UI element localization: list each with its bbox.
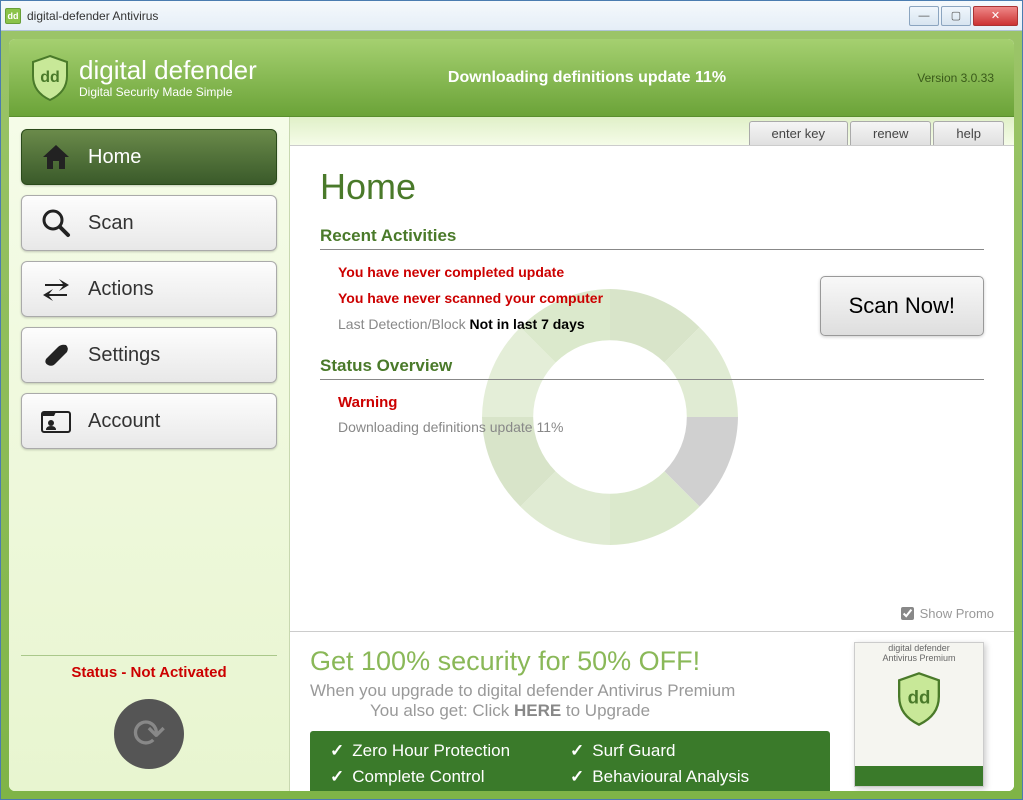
titlebar: dd digital-defender Antivirus — ▢ ✕ bbox=[1, 1, 1022, 31]
nav-label: Home bbox=[88, 146, 141, 169]
home-icon bbox=[40, 141, 72, 173]
page-title: Home bbox=[320, 166, 984, 208]
promo-feature: ✓Zero Hour Protection bbox=[330, 741, 510, 761]
arrows-icon bbox=[40, 273, 72, 305]
show-promo-toggle[interactable]: Show Promo bbox=[901, 606, 994, 621]
logo-text: digital defender Digital Security Made S… bbox=[79, 57, 257, 99]
nav-label: Scan bbox=[88, 212, 134, 235]
main-panel: enter key renew help Home Recent Activit… bbox=[289, 117, 1014, 791]
nav-label: Settings bbox=[88, 344, 160, 367]
promo-feature: ✓Behavioural Analysis bbox=[570, 767, 749, 787]
show-promo-label: Show Promo bbox=[920, 606, 994, 621]
nav-label: Actions bbox=[88, 278, 154, 301]
shield-icon: dd bbox=[29, 54, 71, 102]
minimize-button[interactable]: — bbox=[909, 6, 939, 26]
app-body: dd digital defender Digital Security Mad… bbox=[1, 31, 1022, 799]
scan-now-button[interactable]: Scan Now! bbox=[820, 276, 984, 336]
sidebar: Home Scan Actions Settings bbox=[9, 117, 289, 791]
logo-subtitle: Digital Security Made Simple bbox=[79, 85, 257, 99]
tab-renew[interactable]: renew bbox=[850, 121, 931, 145]
check-icon: ✓ bbox=[570, 741, 584, 761]
status-message: Downloading definitions update 11% bbox=[338, 419, 984, 435]
promo-box-image: digital defender Antivirus Premium dd bbox=[854, 642, 984, 787]
account-icon bbox=[40, 405, 72, 437]
main-content: Home Recent Activities You have never co… bbox=[290, 146, 1014, 631]
logo: dd digital defender Digital Security Mad… bbox=[29, 54, 257, 102]
check-icon: ✓ bbox=[570, 767, 584, 787]
tab-help[interactable]: help bbox=[933, 121, 1004, 145]
promo-banner: Get 100% security for 50% OFF! When you … bbox=[290, 631, 1014, 791]
version-label: Version 3.0.33 bbox=[917, 71, 994, 85]
nav-account[interactable]: Account bbox=[21, 393, 277, 449]
promo-here-link[interactable]: HERE bbox=[514, 701, 561, 720]
svg-text:dd: dd bbox=[40, 69, 60, 86]
magnifier-icon bbox=[40, 207, 72, 239]
update-icon[interactable]: ⟳ bbox=[114, 699, 184, 769]
detect-value: Not in last 7 days bbox=[470, 316, 585, 332]
logo-title: digital defender bbox=[79, 57, 257, 83]
status-warning: Warning bbox=[338, 394, 984, 411]
recent-activities-title: Recent Activities bbox=[320, 226, 984, 250]
nav-label: Account bbox=[88, 410, 160, 433]
window-controls: — ▢ ✕ bbox=[907, 6, 1018, 26]
titlebar-text: digital-defender Antivirus bbox=[27, 9, 907, 23]
wrench-icon bbox=[40, 339, 72, 371]
app-window: dd digital-defender Antivirus — ▢ ✕ dd d… bbox=[0, 0, 1023, 800]
nav-scan[interactable]: Scan bbox=[21, 195, 277, 251]
activation-status: Status - Not Activated bbox=[21, 655, 277, 689]
sidebar-bottom: ⟳ bbox=[21, 689, 277, 779]
nav-actions[interactable]: Actions bbox=[21, 261, 277, 317]
promo-feature: ✓Complete Control bbox=[330, 767, 510, 787]
app-icon: dd bbox=[5, 8, 21, 24]
svg-text:dd: dd bbox=[908, 687, 931, 708]
close-button[interactable]: ✕ bbox=[973, 6, 1018, 26]
detect-label: Last Detection/Block bbox=[338, 316, 466, 332]
inner-frame: dd digital defender Digital Security Mad… bbox=[9, 39, 1014, 791]
header-status: Downloading definitions update 11% bbox=[257, 69, 917, 87]
maximize-button[interactable]: ▢ bbox=[941, 6, 971, 26]
check-icon: ✓ bbox=[330, 741, 344, 761]
header: dd digital defender Digital Security Mad… bbox=[9, 39, 1014, 117]
check-icon: ✓ bbox=[330, 767, 344, 787]
content: Home Scan Actions Settings bbox=[9, 117, 1014, 791]
tab-enter-key[interactable]: enter key bbox=[749, 121, 848, 145]
status-overview-title: Status Overview bbox=[320, 356, 984, 380]
promo-features: ✓Zero Hour Protection ✓Complete Control … bbox=[310, 731, 830, 791]
top-tabs: enter key renew help bbox=[290, 117, 1014, 146]
nav-settings[interactable]: Settings bbox=[21, 327, 277, 383]
promo-feature: ✓Surf Guard bbox=[570, 741, 749, 761]
nav-home[interactable]: Home bbox=[21, 129, 277, 185]
show-promo-checkbox[interactable] bbox=[901, 607, 914, 620]
